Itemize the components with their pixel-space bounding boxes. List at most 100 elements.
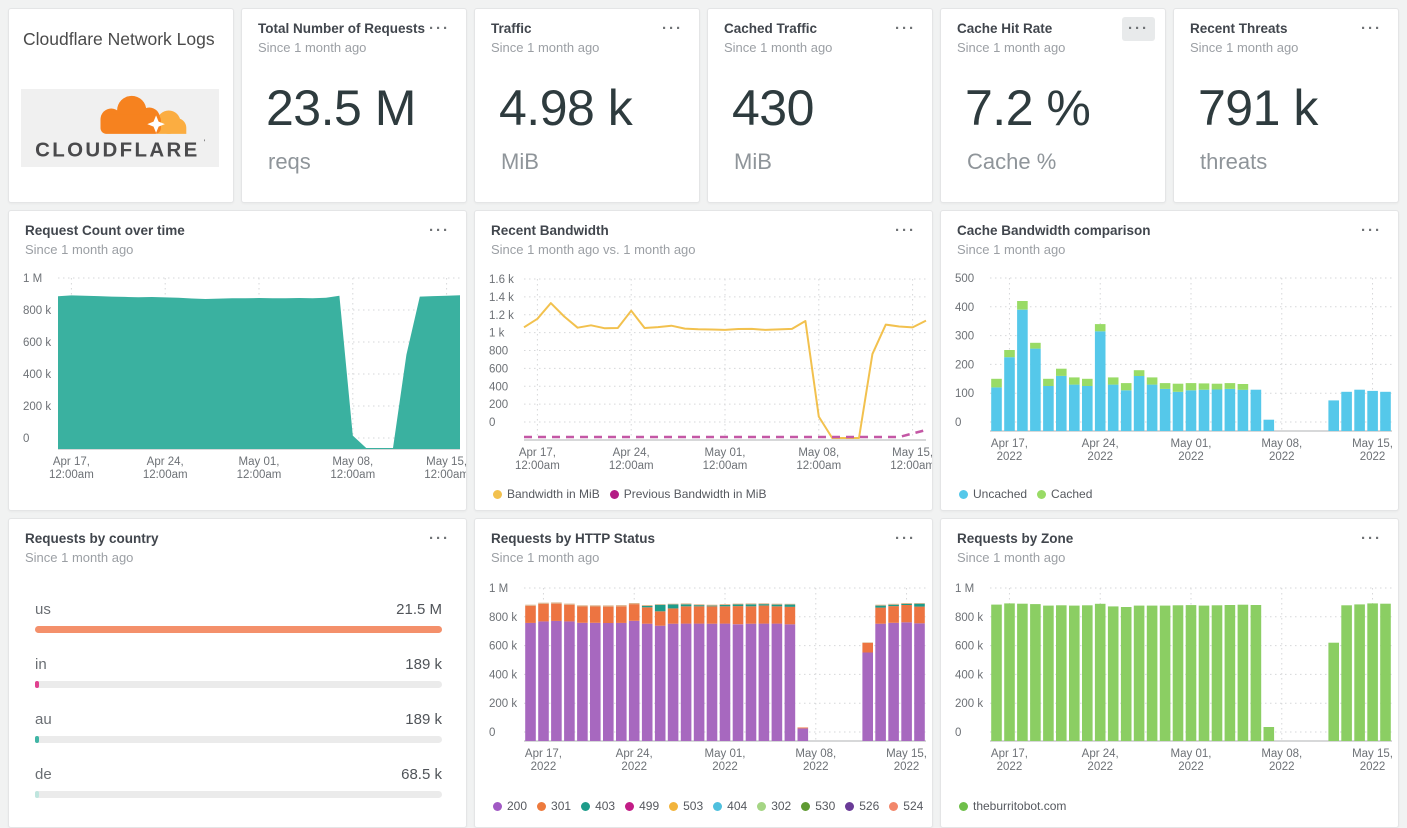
svg-text:Apr 17,: Apr 17,: [991, 438, 1028, 450]
svg-text:May 08,: May 08,: [1261, 748, 1302, 760]
legend-item[interactable]: 499: [625, 799, 659, 813]
cloudflare-logo-image: CLOUDFLARE ': [35, 95, 206, 161]
legend-item[interactable]: 503: [669, 799, 703, 813]
svg-text:0: 0: [955, 417, 961, 429]
dashboard-title: Cloudflare Network Logs: [23, 29, 215, 49]
panel-requests-by-country: Requests by country Since 1 month ago ··…: [8, 518, 467, 828]
panel-menu-button[interactable]: ···: [1122, 17, 1155, 41]
svg-text:May 15,: May 15,: [426, 456, 466, 468]
svg-text:2022: 2022: [1178, 761, 1204, 773]
svg-text:12:00am: 12:00am: [796, 460, 841, 472]
svg-text:Apr 17,: Apr 17,: [525, 748, 562, 760]
svg-text:May 01,: May 01,: [705, 748, 746, 760]
svg-text:12:00am: 12:00am: [330, 469, 375, 481]
gauge-fill: [35, 791, 39, 798]
legend-color-dot: [493, 801, 502, 811]
panel-menu-button[interactable]: ···: [889, 219, 922, 243]
legend-item[interactable]: 524: [889, 799, 923, 813]
svg-text:1 k: 1 k: [489, 328, 505, 340]
svg-text:400 k: 400 k: [955, 669, 983, 681]
panel-subtitle: Since 1 month ago: [258, 40, 367, 55]
country-label: de: [35, 766, 52, 783]
panel-menu-button[interactable]: ···: [889, 17, 922, 41]
svg-text:200: 200: [489, 399, 508, 411]
stat-value: 7.2 %: [965, 80, 1091, 136]
svg-text:May 01,: May 01,: [705, 447, 746, 459]
stat-unit: MiB: [501, 149, 539, 174]
legend-item[interactable]: 200: [493, 799, 527, 813]
svg-text:100: 100: [955, 388, 974, 400]
panel-subtitle: Since 1 month ago: [957, 550, 1066, 565]
svg-text:May 15,: May 15,: [892, 447, 932, 459]
svg-text:Apr 24,: Apr 24,: [613, 447, 650, 459]
panel-title: Requests by country: [25, 531, 159, 546]
svg-text:12:00am: 12:00am: [143, 469, 188, 481]
legend-item[interactable]: Uncached: [959, 487, 1027, 501]
legend-color-dot: [713, 801, 723, 811]
legend-item[interactable]: 403: [581, 799, 615, 813]
panel-menu-button[interactable]: ···: [1355, 17, 1388, 41]
svg-text:May 15,: May 15,: [886, 748, 927, 760]
svg-text:May 01,: May 01,: [1171, 438, 1212, 450]
legend-item[interactable]: Cached: [1037, 487, 1092, 501]
svg-text:May 08,: May 08,: [795, 748, 836, 760]
country-label: in: [35, 656, 47, 673]
gauge-track: [35, 736, 442, 743]
legend-item[interactable]: 301: [537, 799, 571, 813]
gauge-fill: [35, 736, 39, 743]
panel-traffic: Traffic Since 1 month ago ··· 4.98 k MiB: [474, 8, 700, 203]
panel-menu-button[interactable]: ···: [1355, 527, 1388, 551]
panel-menu-button[interactable]: ···: [423, 219, 456, 243]
country-row: de 68.5 k: [35, 766, 442, 806]
svg-text:400 k: 400 k: [489, 669, 517, 681]
stat-unit: reqs: [268, 149, 311, 174]
legend-item[interactable]: 530: [801, 799, 835, 813]
http-status-bar-chart[interactable]: 1 M800 k600 k400 k200 k0Apr 17,2022Apr 2…: [475, 519, 932, 827]
legend-item[interactable]: 302: [757, 799, 791, 813]
chart-legend: 200 301 403 499 503 404 302 530 526 524: [493, 799, 924, 813]
panel-menu-button[interactable]: ···: [889, 527, 922, 551]
svg-text:12:00am: 12:00am: [49, 469, 94, 481]
svg-text:500: 500: [955, 273, 974, 285]
svg-text:600 k: 600 k: [955, 641, 983, 653]
panel-menu-button[interactable]: ···: [423, 17, 456, 41]
svg-text:0: 0: [955, 727, 961, 739]
stat-value: 791 k: [1198, 80, 1318, 136]
legend-color-dot: [537, 801, 547, 811]
panel-title: Recent Bandwidth: [491, 223, 609, 238]
panel-menu-button[interactable]: ···: [656, 17, 689, 41]
svg-text:0: 0: [23, 433, 29, 445]
legend-color-dot: [889, 801, 899, 811]
legend-item[interactable]: Bandwidth in MiB: [493, 487, 600, 501]
legend-item[interactable]: 404: [713, 799, 747, 813]
legend-item[interactable]: Previous Bandwidth in MiB: [609, 487, 766, 501]
legend-color-dot: [757, 801, 767, 811]
svg-text:800 k: 800 k: [955, 612, 983, 624]
panel-menu-button[interactable]: ···: [423, 527, 456, 551]
legend-color-dot: [1037, 489, 1047, 499]
legend-item[interactable]: 526: [845, 799, 879, 813]
country-value: 189 k: [405, 656, 442, 673]
svg-text:400 k: 400 k: [23, 369, 51, 381]
svg-text:Apr 17,: Apr 17,: [991, 748, 1028, 760]
panel-recent-threats: Recent Threats Since 1 month ago ··· 791…: [1173, 8, 1399, 203]
zone-bar-chart[interactable]: 1 M800 k600 k400 k200 k0Apr 17,2022Apr 2…: [941, 519, 1398, 827]
svg-text:Apr 24,: Apr 24,: [1082, 438, 1119, 450]
svg-text:800 k: 800 k: [23, 305, 51, 317]
svg-text:12:00am: 12:00am: [609, 460, 654, 472]
panel-cache-hit-rate: Cache Hit Rate Since 1 month ago ··· 7.2…: [940, 8, 1166, 203]
panel-subtitle: Since 1 month ago: [491, 40, 600, 55]
gauge-fill: [35, 681, 39, 688]
panel-menu-button[interactable]: ···: [1355, 219, 1388, 243]
country-value: 21.5 M: [396, 601, 442, 618]
svg-text:600 k: 600 k: [23, 337, 51, 349]
svg-text:300: 300: [955, 331, 974, 343]
svg-text:800 k: 800 k: [489, 612, 517, 624]
legend-item[interactable]: theburritobot.com: [959, 799, 1066, 813]
panel-total-requests: Total Number of Requests Since 1 month a…: [241, 8, 467, 203]
svg-text:2022: 2022: [1360, 451, 1386, 463]
panel-cached-traffic: Cached Traffic Since 1 month ago ··· 430…: [707, 8, 933, 203]
chart-legend: Uncached Cached: [959, 487, 1390, 501]
svg-text:400: 400: [955, 302, 974, 314]
svg-text:Apr 17,: Apr 17,: [53, 456, 90, 468]
